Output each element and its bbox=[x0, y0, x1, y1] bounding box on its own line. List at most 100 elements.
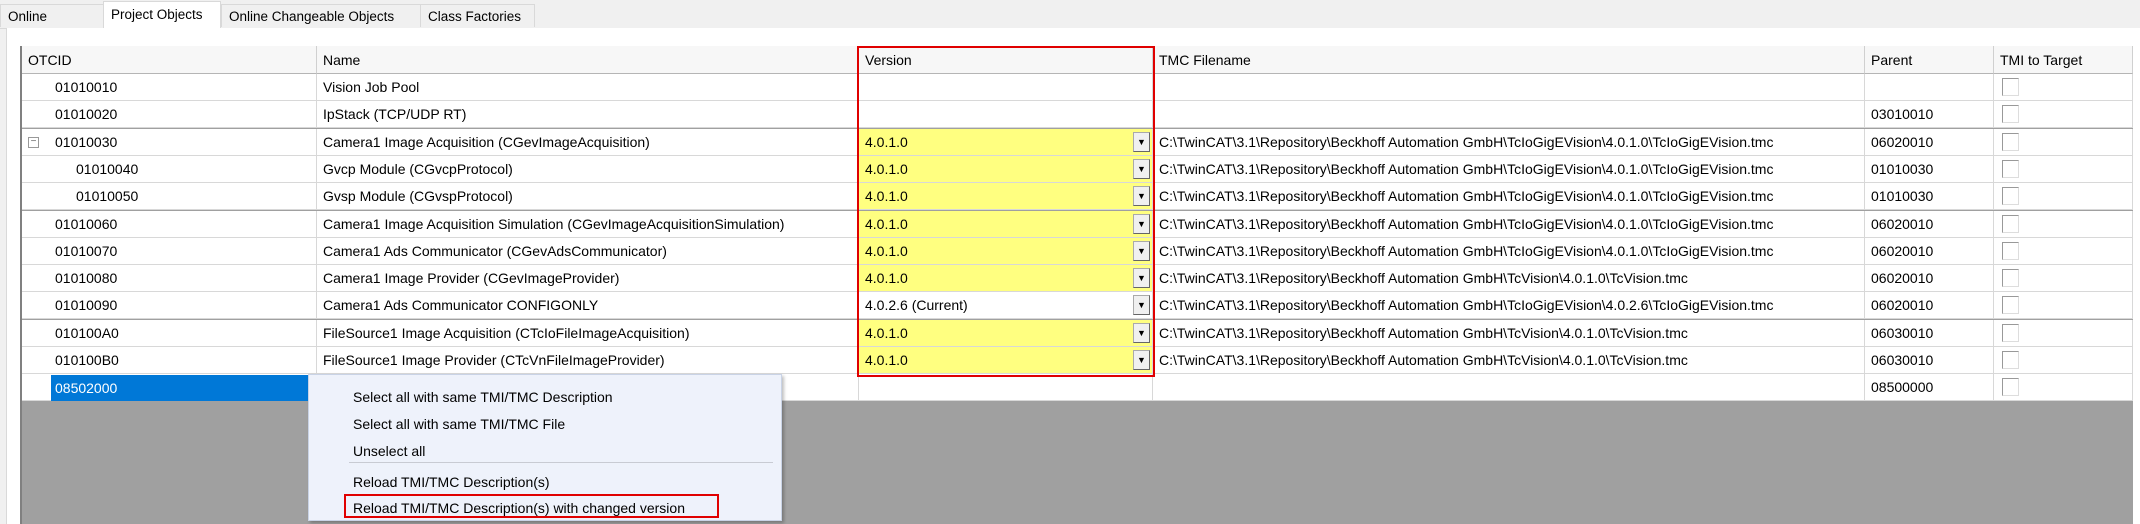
tmc-text: C:\TwinCAT\3.1\Repository\Beckhoff Autom… bbox=[1159, 188, 1774, 205]
cell-tmi[interactable] bbox=[1994, 101, 2133, 129]
parent-text: 06020010 bbox=[1871, 133, 1934, 150]
otcid-text: 01010030 bbox=[55, 133, 118, 150]
chevron-down-icon: ▼ bbox=[1137, 218, 1146, 229]
cell-tmc: C:\TwinCAT\3.1\Repository\Beckhoff Autom… bbox=[1153, 347, 1865, 374]
tmi-checkbox[interactable] bbox=[2002, 269, 2019, 288]
version-dropdown-button[interactable]: ▼ bbox=[1133, 186, 1150, 207]
column-header-name[interactable]: Name bbox=[317, 46, 859, 74]
cell-version[interactable]: 4.0.1.0 ▼ bbox=[859, 210, 1153, 238]
tmi-checkbox[interactable] bbox=[2002, 132, 2019, 151]
collapse-icon[interactable]: − bbox=[28, 136, 39, 148]
cell-parent: 06020010 bbox=[1865, 128, 1994, 156]
version-text: 4.0.1.0 bbox=[865, 133, 908, 150]
cell-version[interactable]: 4.0.2.6 (Current) ▼ bbox=[859, 292, 1153, 320]
otcid-text: 01010060 bbox=[55, 215, 118, 232]
menu-item-reload-descriptions[interactable]: Reload TMI/TMC Description(s) bbox=[353, 469, 550, 495]
version-dropdown-button[interactable]: ▼ bbox=[1133, 268, 1150, 289]
tmi-checkbox[interactable] bbox=[2002, 78, 2019, 96]
parent-text: 06030010 bbox=[1871, 352, 1934, 368]
column-header-tmc[interactable]: TMC Filename bbox=[1153, 46, 1865, 74]
tab-strip: Online ObjectsProject ObjectsOnline Chan… bbox=[0, 0, 2140, 47]
version-text: 4.0.1.0 bbox=[865, 188, 908, 205]
cell-version[interactable]: 4.0.1.0 ▼ bbox=[859, 265, 1153, 293]
chevron-down-icon: ▼ bbox=[1137, 355, 1146, 365]
tmc-text: C:\TwinCAT\3.1\Repository\Beckhoff Autom… bbox=[1159, 270, 1688, 287]
cell-version[interactable] bbox=[859, 374, 1153, 402]
cell-version[interactable]: 4.0.1.0 ▼ bbox=[859, 183, 1153, 211]
tmi-checkbox[interactable] bbox=[2002, 378, 2019, 397]
cell-tmi[interactable] bbox=[1994, 237, 2133, 265]
cell-tmi[interactable] bbox=[1994, 374, 2133, 402]
cell-version[interactable]: 4.0.1.0 ▼ bbox=[859, 347, 1153, 374]
selected-otcid[interactable]: 08502000 bbox=[51, 375, 317, 402]
cell-version[interactable] bbox=[859, 74, 1153, 101]
cell-parent: 08500000 bbox=[1865, 374, 1994, 402]
tmi-checkbox[interactable] bbox=[2002, 159, 2019, 178]
version-dropdown-button[interactable]: ▼ bbox=[1133, 322, 1150, 343]
tmi-checkbox[interactable] bbox=[2002, 187, 2019, 206]
parent-text: 01010030 bbox=[1871, 188, 1934, 205]
cell-tmi[interactable] bbox=[1994, 292, 2133, 320]
tmi-checkbox[interactable] bbox=[2002, 323, 2019, 342]
cell-name: Camera1 Image Provider (CGevImageProvide… bbox=[317, 265, 859, 293]
version-dropdown-button[interactable]: ▼ bbox=[1133, 213, 1150, 234]
cell-tmi[interactable] bbox=[1994, 155, 2133, 183]
parent-text: 06030010 bbox=[1871, 324, 1934, 341]
cell-parent: 06020010 bbox=[1865, 265, 1994, 293]
cell-tmi[interactable] bbox=[1994, 347, 2133, 374]
name-text: Camera1 Ads Communicator (CGevAdsCommuni… bbox=[323, 242, 667, 259]
cell-version[interactable] bbox=[859, 101, 1153, 129]
version-text: 4.0.1.0 bbox=[865, 270, 908, 287]
cell-otcid: 010100B0 bbox=[22, 347, 317, 374]
otcid-text: 01010020 bbox=[55, 106, 118, 123]
tmi-checkbox[interactable] bbox=[2002, 105, 2019, 124]
cell-version[interactable]: 4.0.1.0 ▼ bbox=[859, 155, 1153, 183]
tab-online-changeable-objects[interactable]: Online Changeable Objects bbox=[221, 4, 421, 27]
column-header-version[interactable]: Version bbox=[859, 46, 1153, 74]
cell-tmi[interactable] bbox=[1994, 265, 2133, 293]
cell-version[interactable]: 4.0.1.0 ▼ bbox=[859, 237, 1153, 265]
version-dropdown-button[interactable]: ▼ bbox=[1133, 131, 1150, 152]
name-text: Camera1 Image Provider (CGevImageProvide… bbox=[323, 270, 620, 287]
otcid-text: 01010090 bbox=[55, 297, 118, 314]
version-dropdown-button[interactable]: ▼ bbox=[1133, 295, 1150, 316]
cell-version[interactable]: 4.0.1.0 ▼ bbox=[859, 128, 1153, 156]
parent-text: 06020010 bbox=[1871, 242, 1934, 259]
menu-item-select-same-description[interactable]: Select all with same TMI/TMC Description bbox=[353, 384, 613, 410]
cell-tmi[interactable] bbox=[1994, 128, 2133, 156]
column-header-otcid[interactable]: OTCID bbox=[22, 46, 317, 74]
cell-tmi[interactable] bbox=[1994, 210, 2133, 238]
menu-item-select-same-file[interactable]: Select all with same TMI/TMC File bbox=[353, 411, 565, 437]
chevron-down-icon: ▼ bbox=[1137, 245, 1146, 256]
version-dropdown-button[interactable]: ▼ bbox=[1133, 350, 1150, 370]
column-header-parent[interactable]: Parent bbox=[1865, 46, 1994, 74]
tmi-checkbox[interactable] bbox=[2002, 214, 2019, 233]
cell-otcid: 01010060 bbox=[22, 210, 317, 238]
tab-online-objects[interactable]: Online Objects bbox=[0, 4, 104, 47]
cell-otcid: 01010040 bbox=[22, 155, 317, 183]
tmi-checkbox[interactable] bbox=[2002, 241, 2019, 260]
version-text: 4.0.1.0 bbox=[865, 324, 908, 341]
version-dropdown-button[interactable]: ▼ bbox=[1133, 240, 1150, 261]
tmc-text: C:\TwinCAT\3.1\Repository\Beckhoff Autom… bbox=[1159, 352, 1688, 368]
cell-tmi[interactable] bbox=[1994, 319, 2133, 347]
cell-name: IpStack (TCP/UDP RT) bbox=[317, 101, 859, 129]
column-header-tmi[interactable]: TMI to Target bbox=[1994, 46, 2133, 74]
menu-item-unselect-all[interactable]: Unselect all bbox=[353, 438, 425, 464]
parent-text: 03010010 bbox=[1871, 106, 1934, 123]
tab-class-factories[interactable]: Class Factories bbox=[420, 4, 535, 27]
version-dropdown-button[interactable]: ▼ bbox=[1133, 158, 1150, 179]
name-text: Gvcp Module (CGvcpProtocol) bbox=[323, 160, 513, 177]
tab-project-objects[interactable]: Project Objects bbox=[103, 1, 221, 29]
tmi-checkbox[interactable] bbox=[2002, 296, 2019, 315]
menu-item-reload-changed-version[interactable]: Reload TMI/TMC Description(s) with chang… bbox=[353, 495, 685, 521]
otcid-text: 01010080 bbox=[55, 270, 118, 287]
cell-tmi[interactable] bbox=[1994, 183, 2133, 211]
tmc-text: C:\TwinCAT\3.1\Repository\Beckhoff Autom… bbox=[1159, 242, 1774, 259]
name-text: FileSource1 Image Provider (CTcVnFileIma… bbox=[323, 352, 665, 368]
cell-version[interactable]: 4.0.1.0 ▼ bbox=[859, 319, 1153, 347]
cell-tmi[interactable] bbox=[1994, 74, 2133, 101]
chevron-down-icon: ▼ bbox=[1137, 273, 1146, 284]
version-text: 4.0.1.0 bbox=[865, 160, 908, 177]
tmi-checkbox[interactable] bbox=[2002, 351, 2019, 369]
